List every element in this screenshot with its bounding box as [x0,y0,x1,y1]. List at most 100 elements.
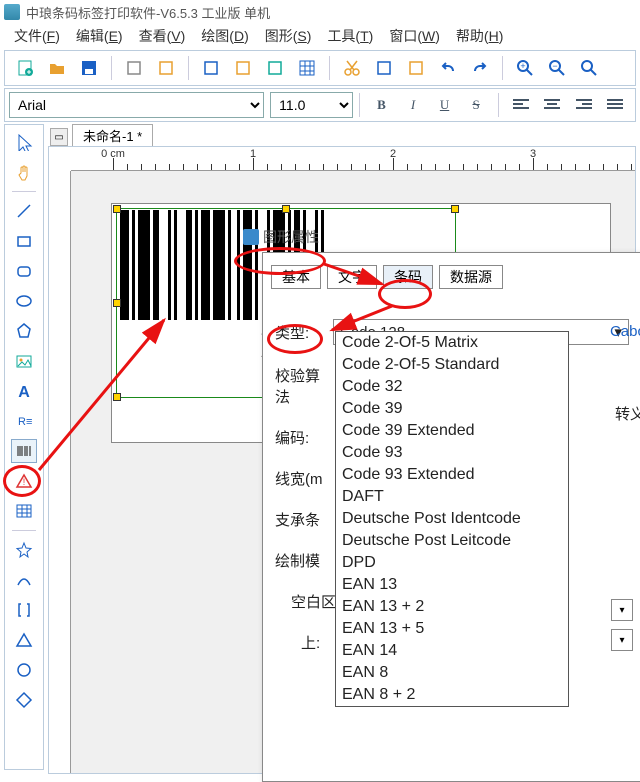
db-button[interactable] [231,56,255,80]
dropdown-option[interactable]: Deutsche Post Leitcode [336,530,568,552]
align-right-button[interactable] [572,93,596,117]
dropdown-option[interactable]: EAN 14 [336,640,568,662]
tool-curve[interactable] [11,568,37,592]
grid-button[interactable] [295,56,319,80]
dropdown-option[interactable]: EAN 8 [336,662,568,684]
tool-hand[interactable] [11,160,37,184]
tool-ellipse[interactable] [11,289,37,313]
paste-button[interactable] [404,56,428,80]
tool-polygon[interactable] [11,319,37,343]
redo-button[interactable] [468,56,492,80]
small-dropdown-2[interactable]: ▾ [611,629,633,651]
props-button[interactable] [122,56,146,80]
dropdown-option[interactable]: EAN 13 [336,574,568,596]
svg-text:!: ! [23,477,26,487]
menu-h[interactable]: 帮助(H) [448,24,511,48]
app-title: 中琅条码标签打印软件-V6.5.3 工业版 单机 [26,3,270,22]
type-dropdown-list[interactable]: Code 2-Of-5 MatrixCode 2-Of-5 StandardCo… [335,331,569,707]
dropdown-option[interactable]: Code 39 [336,398,568,420]
align-center-button[interactable] [540,93,564,117]
preview-button[interactable] [199,56,223,80]
menu-v[interactable]: 查看(V) [131,24,194,48]
menu-w[interactable]: 窗口(W) [381,24,448,48]
tool-rect[interactable] [11,229,37,253]
tool-danger[interactable]: ! [11,469,37,493]
menu-e[interactable]: 编辑(E) [68,24,131,48]
zoom-in-button[interactable]: + [513,56,537,80]
align-left-button[interactable] [509,93,533,117]
underline-button[interactable]: U [433,93,457,117]
format-bar: Arial 11.0 B I U S [4,88,636,122]
dropdown-option[interactable]: Code 32 [336,376,568,398]
transfer-label: 转义 [615,403,640,424]
panel-title[interactable]: 图形属性 [243,227,319,247]
dropdown-option[interactable]: EAN 13 + 5 [336,618,568,640]
font-size-select[interactable]: 11.0 [270,92,353,118]
cut-button[interactable] [340,56,364,80]
tool-rtext[interactable]: R≡ [11,409,37,433]
dropdown-option[interactable]: Deutsche Post Identcode [336,508,568,530]
tool-diamond[interactable] [11,688,37,712]
tool-barcode[interactable] [11,439,37,463]
settings-button[interactable] [154,56,178,80]
tool-table[interactable] [11,499,37,523]
dropdown-option[interactable]: Code 2-Of-5 Matrix [336,332,568,354]
db-link-button[interactable] [263,56,287,80]
menu-f[interactable]: 文件(F) [6,24,68,48]
svg-text:−: − [552,61,557,71]
dropdown-option[interactable]: Code 39 Extended [336,420,568,442]
linewidth-label: 线宽(m [275,468,333,489]
dropdown-option[interactable]: DPD [336,552,568,574]
menu-s[interactable]: 图形(S) [257,24,320,48]
tool-pointer[interactable] [11,130,37,154]
svg-text:+: + [520,61,525,71]
dropdown-option[interactable]: Code 93 Extended [336,464,568,486]
svg-text:R≡: R≡ [18,416,32,428]
new-button[interactable] [13,56,37,80]
bearer-label: 支承条 [275,509,333,530]
main-toolbar: +− [4,50,636,86]
panel-tab-1[interactable]: 文字 [327,265,377,289]
small-dropdown-1[interactable]: ▾ [611,599,633,621]
doc-tab-strip: ▭ 未命名-1 * [48,124,636,146]
doc-tab[interactable]: 未命名-1 * [72,124,153,146]
properties-panel[interactable]: 图形属性 基本文字条码数据源 类型: Code 128 ▾ 校验算法 编码: 线… [262,252,640,782]
ruler-vertical [49,171,71,773]
left-toolbar: A R≡! [4,124,44,770]
font-name-select[interactable]: Arial [9,92,264,118]
menu-t[interactable]: 工具(T) [319,24,381,48]
tool-line[interactable] [11,199,37,223]
tool-triangle[interactable] [11,628,37,652]
tool-circle-shape[interactable] [11,658,37,682]
tool-bracket[interactable] [11,598,37,622]
align-justify-button[interactable] [603,93,627,117]
drawmode-label: 绘制模 [275,550,333,571]
bold-button[interactable]: B [370,93,394,117]
ruler-horizontal: 0 cm123 [71,147,635,171]
tool-text-a[interactable]: A [11,379,37,403]
tool-image[interactable] [11,349,37,373]
copy-button[interactable] [372,56,396,80]
dropdown-option[interactable]: EAN 13 + 2 [336,596,568,618]
panel-tab-3[interactable]: 数据源 [439,265,503,289]
zoom-out-button[interactable]: − [545,56,569,80]
tool-star[interactable] [11,538,37,562]
zoom-fit-button[interactable] [577,56,601,80]
panel-tab-2[interactable]: 条码 [383,265,433,289]
dropdown-option[interactable]: EAN 8 + 2 [336,684,568,706]
dropdown-option[interactable]: DAFT [336,486,568,508]
undo-button[interactable] [436,56,460,80]
open-button[interactable] [45,56,69,80]
doc-window-icon[interactable]: ▭ [50,128,68,146]
dropdown-option[interactable]: Code 2-Of-5 Standard [336,354,568,376]
panel-tabs: 基本文字条码数据源 [263,253,640,293]
dropdown-option[interactable]: Code 93 [336,442,568,464]
properties-icon [243,229,259,245]
app-icon [4,4,20,20]
tool-rrect[interactable] [11,259,37,283]
strike-button[interactable]: S [464,93,488,117]
italic-button[interactable]: I [401,93,425,117]
panel-tab-0[interactable]: 基本 [271,265,321,289]
save-button[interactable] [77,56,101,80]
menu-d[interactable]: 绘图(D) [193,24,256,48]
